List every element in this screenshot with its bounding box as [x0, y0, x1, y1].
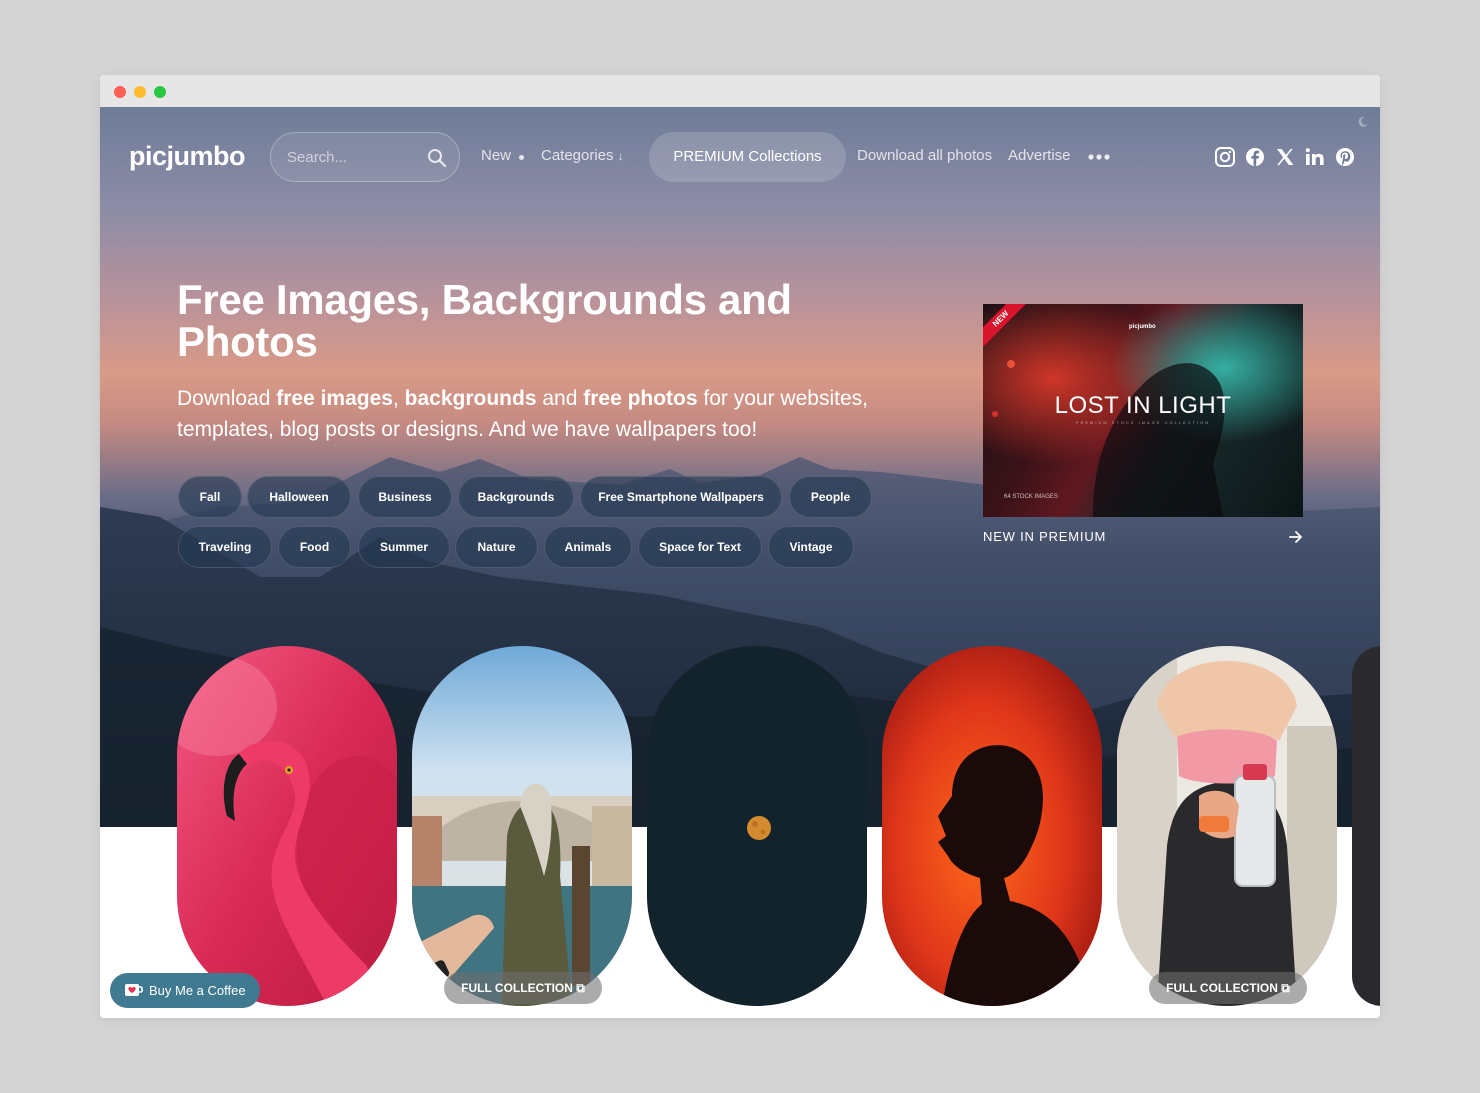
linkedin-icon[interactable] [1304, 146, 1326, 168]
buy-me-a-coffee-label: Buy Me a Coffee [149, 983, 246, 998]
subtitle-part: Download [177, 387, 277, 410]
gallery-card-silhouette[interactable] [882, 646, 1102, 1006]
chevron-down-icon: ↓ [617, 149, 624, 163]
instagram-icon[interactable] [1214, 146, 1236, 168]
promo-title: LOST IN LIGHT [1054, 392, 1232, 419]
site-logo[interactable]: picjumbo [129, 141, 246, 172]
dark-mode-moon-icon[interactable] [1357, 116, 1369, 128]
moon-image [747, 816, 771, 840]
maximize-window-button[interactable] [154, 86, 166, 98]
promo-subtitle: PREMIUM STOCK IMAGE COLLECTION [1075, 420, 1211, 425]
tag-vintage[interactable]: Vintage [768, 526, 854, 568]
gallery-card-fitness[interactable] [1117, 646, 1337, 1006]
more-icon[interactable] [1088, 153, 1110, 161]
subtitle-bold-free-photos: free photos [583, 387, 698, 410]
tag-space-for-text[interactable]: Space for Text [638, 526, 762, 568]
tag-animals[interactable]: Animals [544, 526, 632, 568]
gallery-card-partial[interactable] [1352, 646, 1380, 1006]
gallery-card-flamingo[interactable] [177, 646, 397, 1006]
venice-image [412, 646, 632, 1006]
facebook-icon[interactable] [1244, 146, 1266, 168]
tag-nature[interactable]: Nature [455, 526, 538, 568]
full-collection-label: FULL COLLECTION [461, 981, 573, 995]
page: picjumbo New Categories ↓ PREMIUM Collec… [100, 107, 1380, 1018]
external-link-icon: ⧉ [1281, 981, 1290, 995]
full-collection-label: FULL COLLECTION [1166, 981, 1278, 995]
nav-categories-label: Categories [541, 147, 614, 164]
tag-halloween[interactable]: Halloween [247, 476, 351, 518]
premium-collections-button[interactable]: PREMIUM Collections [649, 132, 846, 182]
subtitle-bold-backgrounds: backgrounds [404, 387, 537, 410]
full-collection-button[interactable]: FULL COLLECTION ⧉ [444, 972, 602, 1004]
arrow-right-icon[interactable] [1289, 530, 1303, 544]
search-input[interactable] [287, 147, 417, 167]
tag-free-smartphone-wallpapers[interactable]: Free Smartphone Wallpapers [580, 476, 782, 518]
external-link-icon: ⧉ [576, 981, 585, 995]
search-icon[interactable] [427, 148, 447, 168]
tag-traveling[interactable]: Traveling [178, 526, 272, 568]
tag-people[interactable]: People [789, 476, 872, 518]
subtitle-part: and [536, 387, 584, 410]
page-subtitle: Download free images, backgrounds and fr… [177, 383, 937, 445]
new-in-premium-link[interactable]: NEW IN PREMIUM [983, 529, 1106, 544]
search-box[interactable] [270, 132, 460, 182]
fitness-image [1117, 646, 1337, 1006]
tag-fall[interactable]: Fall [178, 476, 242, 518]
tag-backgrounds[interactable]: Backgrounds [458, 476, 574, 518]
promo-brand: picjumbo [1129, 324, 1156, 330]
gallery-card-moon[interactable] [647, 646, 867, 1006]
window-titlebar [100, 75, 1380, 107]
gallery-card-venice[interactable] [412, 646, 632, 1006]
tag-food[interactable]: Food [278, 526, 351, 568]
x-icon[interactable] [1274, 146, 1296, 168]
nav-new[interactable]: New [481, 147, 511, 164]
nav-advertise[interactable]: Advertise [1008, 147, 1071, 164]
premium-promo-card[interactable]: NEW picjumbo LOST IN LIGHT PREMIUM STOCK… [983, 304, 1303, 517]
nav-new-dot [519, 155, 524, 160]
buy-me-a-coffee-button[interactable]: Buy Me a Coffee [110, 973, 260, 1008]
promo-image-count: 64 STOCK IMAGES [1004, 494, 1058, 500]
close-window-button[interactable] [114, 86, 126, 98]
full-collection-button[interactable]: FULL COLLECTION ⧉ [1149, 972, 1307, 1004]
nav-categories[interactable]: Categories ↓ [541, 147, 624, 164]
tag-business[interactable]: Business [358, 476, 452, 518]
minimize-window-button[interactable] [134, 86, 146, 98]
subtitle-bold-free-images: free images [276, 387, 393, 410]
page-title: Free Images, Backgrounds and Photos [177, 276, 792, 365]
browser-window: picjumbo New Categories ↓ PREMIUM Collec… [100, 75, 1380, 1018]
coffee-cup-icon [125, 984, 143, 996]
silhouette-image [882, 646, 1102, 1006]
subtitle-part: , [392, 387, 405, 410]
nav-download-all[interactable]: Download all photos [857, 147, 992, 164]
flamingo-image [177, 646, 397, 1006]
pinterest-icon[interactable] [1334, 146, 1356, 168]
tag-summer[interactable]: Summer [358, 526, 450, 568]
